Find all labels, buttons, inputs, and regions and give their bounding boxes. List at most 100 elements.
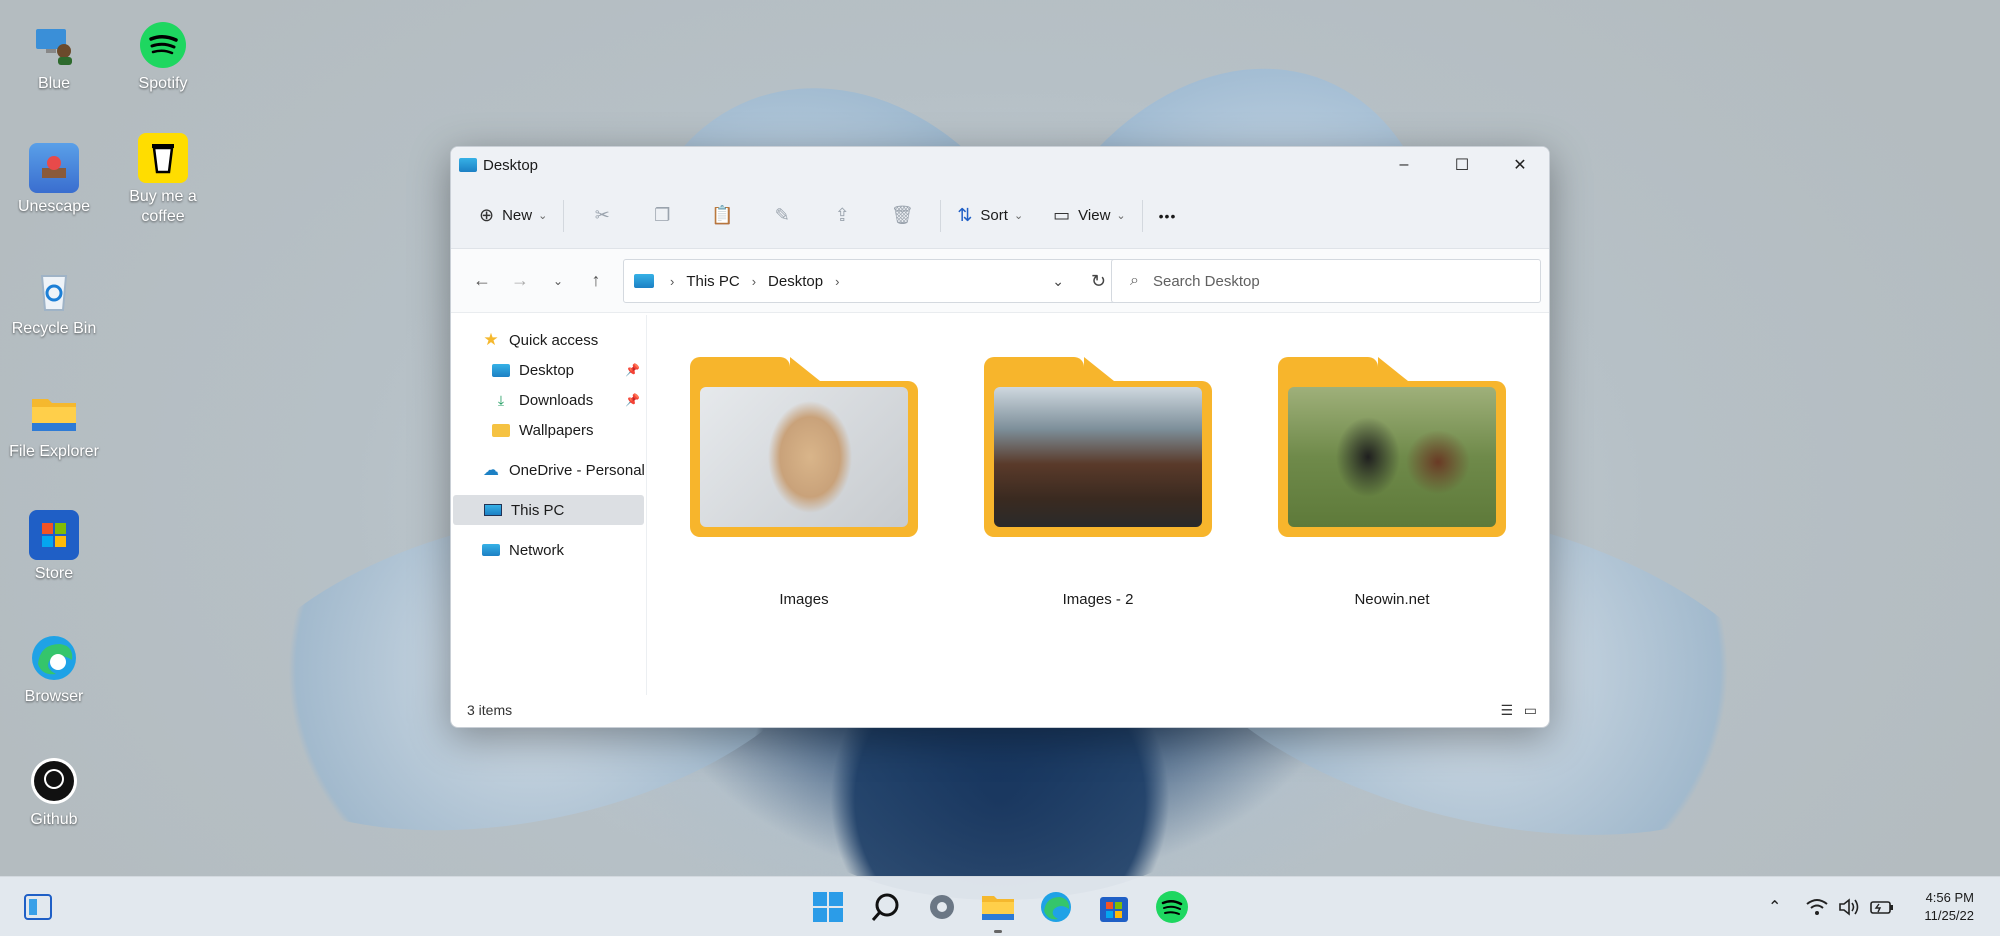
sidebar-item-label: Network xyxy=(509,541,565,559)
sidebar-item-downloads[interactable]: ⤓ Downloads 📌 xyxy=(451,385,646,415)
this-pc-icon xyxy=(634,274,654,288)
close-button[interactable]: ✕ xyxy=(1491,147,1549,183)
sidebar-item-network[interactable]: Network xyxy=(451,535,646,565)
maximize-button[interactable]: ☐ xyxy=(1433,147,1491,183)
desktop-icon-label: File Explorer xyxy=(9,443,99,460)
copy-icon[interactable]: ❐ xyxy=(632,196,692,236)
cut-icon[interactable]: ✂ xyxy=(572,196,632,236)
desktop-icon-file-explorer[interactable]: File Explorer xyxy=(0,388,108,462)
unescape-app-icon xyxy=(29,143,79,193)
desktop-icon-label: Recycle Bin xyxy=(11,320,97,337)
pin-icon[interactable]: 📌 xyxy=(625,393,640,407)
address-dropdown-icon[interactable]: ⌄ xyxy=(1052,273,1064,290)
desktop-icon-store[interactable]: Store xyxy=(0,510,108,584)
new-button[interactable]: ⊕ New ⌄ xyxy=(471,196,555,236)
desktop-icon-label: Blue xyxy=(37,75,71,92)
share-icon[interactable]: ⇪ xyxy=(812,196,872,236)
file-explorer-icon[interactable] xyxy=(978,887,1018,933)
paste-icon[interactable]: 📋 xyxy=(692,196,752,236)
more-options-button[interactable]: ••• xyxy=(1151,196,1185,236)
sort-button[interactable]: ⇅ Sort ⌄ xyxy=(949,196,1031,236)
desktop-icon-buy-me-a-coffee[interactable]: Buy me a coffee xyxy=(109,133,217,227)
breadcrumb-this-pc[interactable]: This PC xyxy=(686,273,739,290)
address-bar[interactable]: › This PC › Desktop › ⌄ ↻ xyxy=(623,259,1119,303)
spotify-icon[interactable] xyxy=(1152,887,1192,927)
network-icon xyxy=(481,542,501,558)
minimize-button[interactable]: – xyxy=(1375,147,1433,183)
more-dots-icon: ••• xyxy=(1158,207,1177,224)
folder-item-neowin-net[interactable]: Neowin.net xyxy=(1277,357,1507,608)
toolbar-divider xyxy=(940,199,942,232)
desktop-icon-blue[interactable]: Blue xyxy=(0,20,108,94)
breadcrumb-separator-icon: › xyxy=(670,273,675,289)
refresh-icon[interactable]: ↻ xyxy=(1091,271,1106,292)
toolbar-divider xyxy=(563,199,565,232)
volume-icon[interactable] xyxy=(1838,877,1860,936)
breadcrumb-separator-icon: › xyxy=(751,273,757,289)
widgets-icon[interactable] xyxy=(18,887,58,927)
breadcrumb-desktop[interactable]: Desktop xyxy=(768,273,823,290)
horses-photo-thumbnail xyxy=(994,387,1202,527)
desktop-icon-browser[interactable]: Browser xyxy=(0,633,108,707)
rename-icon[interactable]: ✎ xyxy=(752,196,812,236)
store-icon[interactable] xyxy=(1094,887,1134,927)
forward-arrow-icon[interactable]: → xyxy=(501,262,539,300)
clock[interactable]: 4:56 PM 11/25/22 xyxy=(1924,889,1974,925)
recycle-bin-icon xyxy=(29,265,79,315)
edge-browser-icon[interactable] xyxy=(1036,887,1076,927)
chevron-down-icon: ⌄ xyxy=(1013,210,1024,222)
sidebar-item-quick-access[interactable]: ★ Quick access xyxy=(451,325,646,355)
delete-icon[interactable]: 🗑 xyxy=(872,196,932,236)
github-icon xyxy=(29,756,79,806)
desktop-icon-label: Buy me a coffee xyxy=(129,188,197,225)
details-view-icon[interactable]: ☰ xyxy=(1500,702,1513,719)
sidebar-item-onedrive[interactable]: ☁ OneDrive - Personal xyxy=(451,455,646,485)
file-explorer-window: Desktop – ☐ ✕ ⊕ New ⌄ ✂ ❐ 📋 ✎ ⇪ 🗑 ⇅ Sort… xyxy=(450,146,1550,728)
sidebar-item-desktop[interactable]: Desktop 📌 xyxy=(451,355,646,385)
clock-date: 11/25/22 xyxy=(1924,908,1974,923)
search-icon: ⌕ xyxy=(1130,272,1139,289)
desktop-icon-label: Unescape xyxy=(17,198,91,215)
recent-locations-chevron-icon[interactable]: ⌄ xyxy=(539,262,577,300)
sidebar-item-label: This PC xyxy=(511,501,565,519)
new-label: New xyxy=(502,207,533,224)
view-button[interactable]: ▭ View ⌄ xyxy=(1045,196,1133,236)
sidebar-item-this-pc[interactable]: This PC xyxy=(453,495,644,525)
battery-icon[interactable] xyxy=(1870,877,1894,936)
folder-item-images[interactable]: Images xyxy=(689,357,919,608)
start-windows-icon[interactable] xyxy=(808,887,848,927)
desktop-icon-unescape[interactable]: Unescape xyxy=(0,143,108,217)
folder-icon xyxy=(491,422,511,438)
desktop-icon-recycle-bin[interactable]: Recycle Bin xyxy=(0,265,108,339)
desktop-icon-label: Browser xyxy=(24,688,84,705)
horse-photo-thumbnail xyxy=(700,387,908,527)
coffee-cup-icon xyxy=(138,133,188,183)
sort-label: Sort xyxy=(980,207,1008,224)
wifi-icon[interactable] xyxy=(1806,877,1828,936)
up-arrow-icon[interactable]: ↑ xyxy=(577,262,615,300)
monitor-icon xyxy=(483,502,503,518)
desktop-icon-spotify[interactable]: Spotify xyxy=(109,20,217,94)
search-icon[interactable] xyxy=(866,887,906,927)
sidebar-item-wallpapers[interactable]: Wallpapers xyxy=(451,415,646,445)
cloud-icon: ☁ xyxy=(483,462,499,479)
wallpaper-petal xyxy=(780,700,1220,900)
desktop-icon-label: Store xyxy=(34,565,74,582)
search-box[interactable]: ⌕ Search Desktop xyxy=(1111,259,1541,303)
spotify-icon xyxy=(138,20,188,70)
desktop-icon-github[interactable]: Github xyxy=(0,756,108,830)
clock-time: 4:56 PM xyxy=(1925,890,1974,905)
breadcrumb-separator-icon: › xyxy=(835,273,840,289)
edge-browser-icon xyxy=(29,633,79,683)
folder-icon xyxy=(29,388,79,438)
folder-name: Neowin.net xyxy=(1354,591,1430,608)
large-icons-view-icon[interactable]: ▭ xyxy=(1524,702,1537,719)
folder-item-images-2[interactable]: Images - 2 xyxy=(983,357,1213,608)
plus-circle-icon: ⊕ xyxy=(479,205,495,225)
running-indicator xyxy=(994,930,1002,933)
title-bar[interactable]: Desktop – ☐ ✕ xyxy=(451,147,1549,183)
settings-gear-icon[interactable] xyxy=(922,887,962,927)
show-hidden-icons-chevron[interactable]: ⌃ xyxy=(1768,877,1781,936)
pin-icon[interactable]: 📌 xyxy=(625,363,640,377)
back-arrow-icon[interactable]: ← xyxy=(463,262,501,300)
